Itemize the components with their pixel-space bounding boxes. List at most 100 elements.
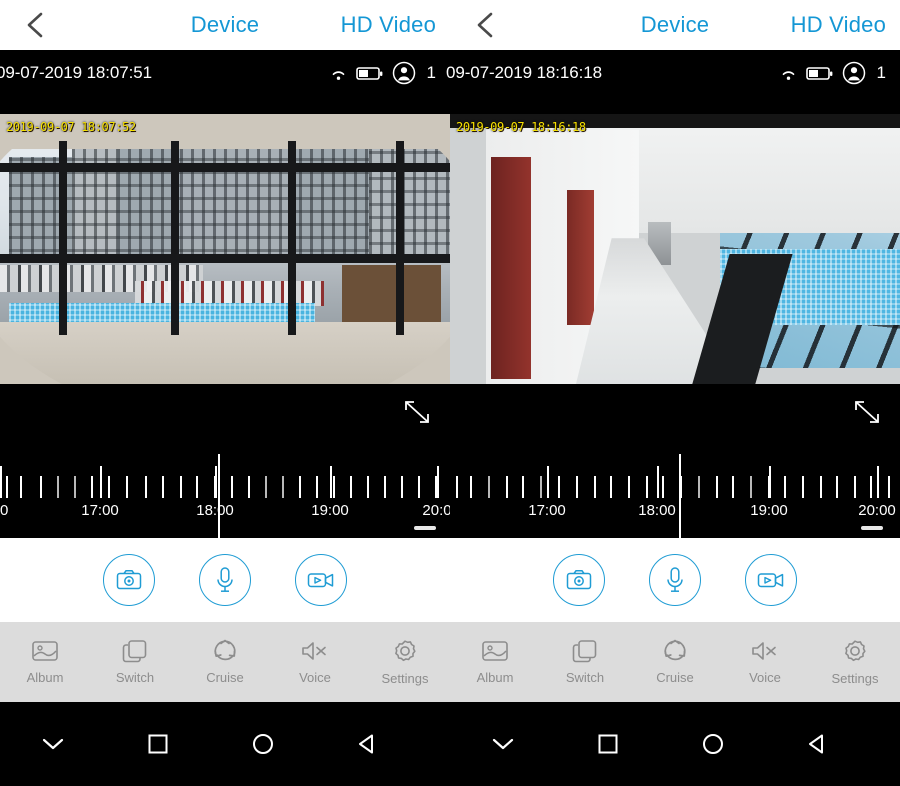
timeline-tick xyxy=(522,476,524,498)
video-camera-icon xyxy=(757,573,784,588)
timeline-scrollbar[interactable] xyxy=(414,526,436,530)
camera-scene-outdoor xyxy=(0,114,450,384)
capture-controls xyxy=(450,538,900,622)
timeline-time-label: 19:00 xyxy=(311,502,349,519)
gear-icon xyxy=(845,639,866,661)
timeline-tick xyxy=(594,476,596,498)
toolbar-item-album[interactable]: Album xyxy=(450,639,540,685)
device-status-bar: 09-07-2019 18:16:18 1 xyxy=(446,50,900,96)
microphone-icon xyxy=(217,567,233,592)
timeline-tick-major xyxy=(657,466,659,498)
toolbar-label: Switch xyxy=(565,670,605,685)
toolbar-item-switch[interactable]: Switch xyxy=(540,639,630,685)
fullscreen-expand-icon xyxy=(855,401,879,423)
toolbar-label: Settings xyxy=(381,670,429,686)
snapshot-button[interactable] xyxy=(553,554,605,606)
timeline-tick xyxy=(316,476,318,498)
timeline-time-label: 18:00 xyxy=(196,502,234,519)
toolbar-label: Cruise xyxy=(656,670,694,685)
osd-timestamp: 2019-09-07 18:16:18 xyxy=(456,120,586,134)
timeline-tick xyxy=(732,476,734,498)
timeline-tick-major xyxy=(877,466,879,498)
speaker-muted-icon xyxy=(302,642,326,660)
timeline-scrollbar[interactable] xyxy=(861,526,883,530)
photo-album-icon xyxy=(482,641,508,661)
toolbar-item-settings[interactable]: Settings xyxy=(810,639,900,686)
nav-home-button[interactable] xyxy=(660,732,765,756)
talk-button[interactable] xyxy=(199,554,251,606)
toolbar-item-cruise[interactable]: Cruise xyxy=(630,639,720,685)
timeline-tick xyxy=(180,476,182,498)
toolbar-label: Cruise xyxy=(206,670,244,685)
bottom-toolbar: Album Switch Cruise Voice Settings xyxy=(450,622,900,702)
record-button[interactable] xyxy=(745,554,797,606)
record-button[interactable] xyxy=(295,554,347,606)
video-stage[interactable]: 2019-09-07 18:16:18 xyxy=(450,96,900,454)
photo-album-icon xyxy=(32,641,58,661)
camera-icon xyxy=(566,570,592,590)
timeline-tick xyxy=(456,476,458,498)
nav-hide-keyboard-button[interactable] xyxy=(450,736,555,752)
triangle-left-icon xyxy=(358,734,373,754)
timeline-tick xyxy=(418,476,420,498)
timeline-tick xyxy=(610,476,612,498)
user-avatar-icon[interactable] xyxy=(842,61,866,85)
hd-video-button[interactable]: HD Video xyxy=(341,12,436,38)
recycle-cruise-icon xyxy=(214,639,236,661)
timeline-tick-major xyxy=(769,466,771,498)
snapshot-button[interactable] xyxy=(103,554,155,606)
microphone-icon xyxy=(667,567,683,592)
nav-recents-button[interactable] xyxy=(105,732,210,756)
timeline-tick xyxy=(540,476,542,498)
timeline-tick-major xyxy=(0,466,2,498)
right-panel: Device HD Video 09-07-2019 18:16:18 1 20… xyxy=(446,0,900,786)
layers-switch-icon xyxy=(122,640,147,663)
camera-icon xyxy=(116,570,142,590)
playback-timeline[interactable]: 17:00 18:00 19:00 20:00 xyxy=(450,454,900,538)
timeline-time-label: 17:00 xyxy=(528,502,566,519)
timeline-tick xyxy=(750,476,752,498)
timeline-playhead[interactable] xyxy=(679,454,681,538)
timeline-tick xyxy=(40,476,42,498)
fullscreen-button[interactable] xyxy=(852,398,882,426)
fullscreen-button[interactable] xyxy=(402,398,432,426)
video-stage[interactable]: 2019-09-07 18:07:52 xyxy=(0,96,450,454)
nav-home-button[interactable] xyxy=(210,732,315,756)
nav-back-button[interactable] xyxy=(315,732,420,756)
toolbar-item-switch[interactable]: Switch xyxy=(90,639,180,685)
timeline-tick xyxy=(820,476,822,498)
hd-video-button[interactable]: HD Video xyxy=(791,12,886,38)
video-feed[interactable]: 2019-09-07 18:16:18 xyxy=(450,114,900,384)
toolbar-item-voice[interactable]: Voice xyxy=(720,639,810,685)
timeline-tick xyxy=(470,476,472,498)
talk-button[interactable] xyxy=(649,554,701,606)
timeline-playhead[interactable] xyxy=(218,454,220,538)
timeline-tick xyxy=(576,476,578,498)
timeline-tick xyxy=(836,476,838,498)
video-feed[interactable]: 2019-09-07 18:07:52 xyxy=(0,114,450,384)
toolbar-item-voice[interactable]: Voice xyxy=(270,639,360,685)
timeline-time-label: 20:0 xyxy=(422,502,450,519)
toolbar-item-album[interactable]: Album xyxy=(0,639,90,685)
user-avatar-icon[interactable] xyxy=(392,61,416,85)
timeline-tick-major xyxy=(437,466,439,498)
timeline-tick xyxy=(299,476,301,498)
timeline-tick xyxy=(488,476,490,498)
timeline-tick xyxy=(6,476,8,498)
timeline-time-label: 19:00 xyxy=(750,502,788,519)
toolbar-item-settings[interactable]: Settings xyxy=(360,639,450,686)
toolbar-item-cruise[interactable]: Cruise xyxy=(180,639,270,685)
timeline-tick xyxy=(784,476,786,498)
left-panel: Device HD Video 09-07-2019 18:07:51 1 20… xyxy=(0,0,450,786)
android-navigation-bar xyxy=(0,702,450,786)
wifi-weak-icon xyxy=(782,70,794,80)
nav-hide-keyboard-button[interactable] xyxy=(0,736,105,752)
playback-timeline[interactable]: 00 17:00 18:00 19:00 20:0 xyxy=(0,454,450,538)
capture-controls xyxy=(0,538,450,622)
recycle-cruise-icon xyxy=(664,639,686,661)
chevron-down-icon xyxy=(42,738,63,750)
nav-back-button[interactable] xyxy=(765,732,870,756)
timeline-tick xyxy=(162,476,164,498)
timeline-tick-major xyxy=(215,466,217,498)
nav-recents-button[interactable] xyxy=(555,732,660,756)
